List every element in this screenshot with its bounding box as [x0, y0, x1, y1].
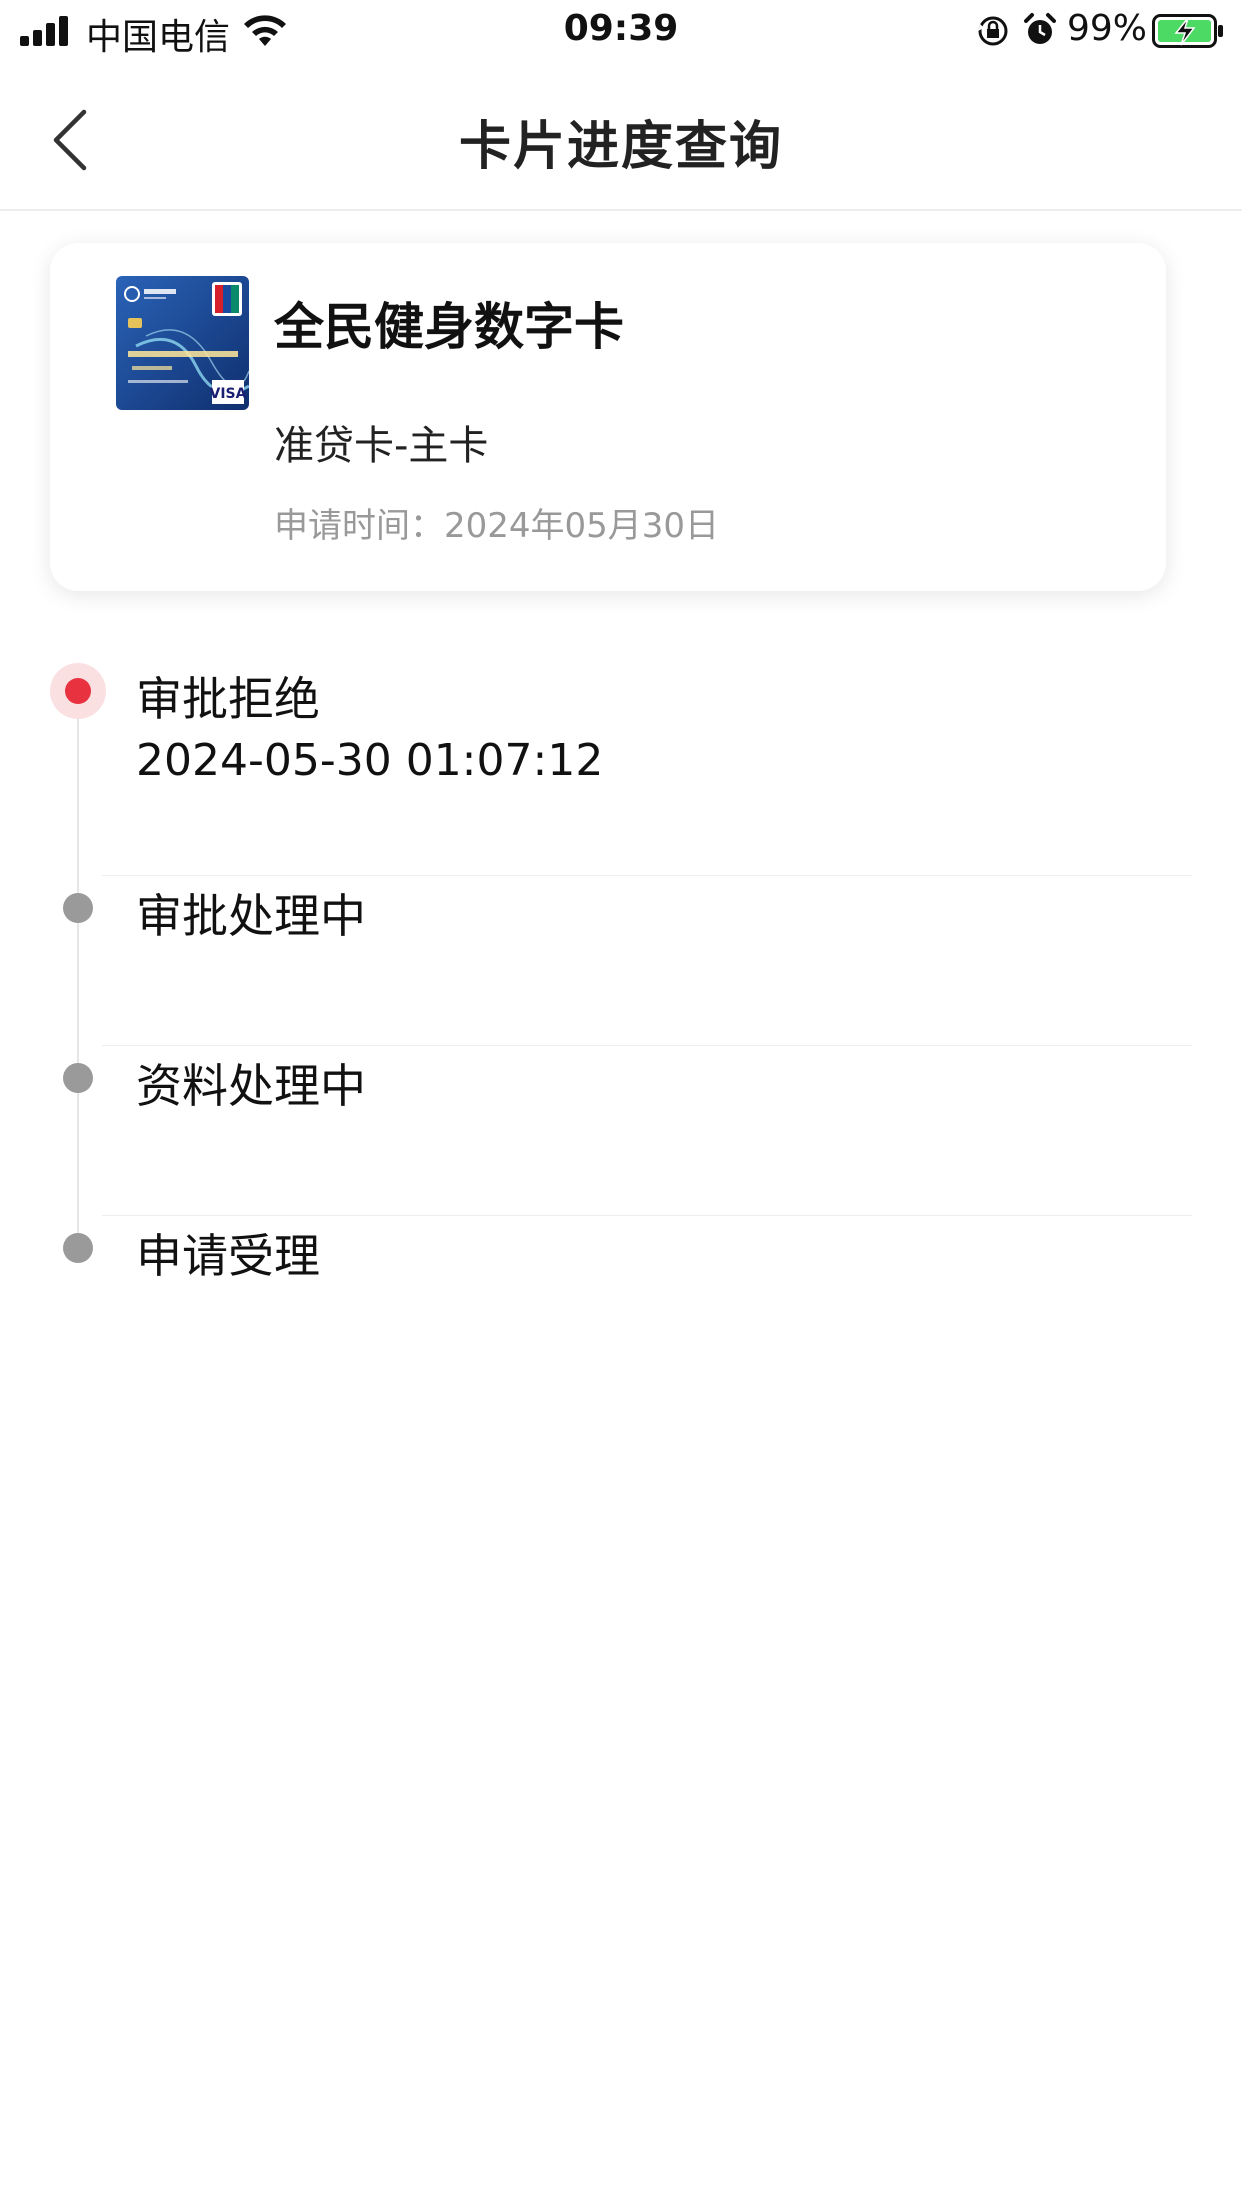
pending-status-dot	[63, 1063, 93, 1093]
credit-card-image: VISA	[116, 276, 249, 410]
step-label: 资料处理中	[136, 1059, 366, 1113]
pending-status-dot	[63, 893, 93, 923]
divider	[102, 1045, 1192, 1046]
step-label: 审批处理中	[136, 889, 366, 943]
card-type: 准贷卡-主卡	[274, 423, 489, 469]
svg-text:VISA: VISA	[210, 386, 247, 402]
battery-charging-icon	[1152, 14, 1223, 48]
divider	[102, 875, 1192, 876]
timeline-line	[77, 690, 79, 1250]
rotation-lock-icon	[978, 16, 1008, 46]
step-label: 申请受理	[136, 1229, 320, 1283]
battery-percent: 99%	[1067, 8, 1148, 49]
active-status-dot	[65, 678, 91, 704]
card-name: 全民健身数字卡	[274, 298, 624, 356]
step-time: 2024-05-30 01:07:12	[136, 735, 604, 786]
pending-status-dot	[63, 1233, 93, 1263]
page-title: 卡片进度查询	[458, 117, 783, 177]
navigation-bar: 卡片进度查询	[0, 60, 1242, 211]
apply-time: 申请时间：2024年05月30日	[274, 506, 720, 546]
divider	[102, 1215, 1192, 1216]
alarm-icon	[1024, 13, 1056, 44]
card-info-panel: VISA 全民健身数字卡 准贷卡-主卡 申请时间：2024年05月30日	[50, 243, 1166, 591]
step-label: 审批拒绝	[136, 672, 320, 726]
status-bar: 中国电信 09:39 99%	[0, 0, 1242, 60]
